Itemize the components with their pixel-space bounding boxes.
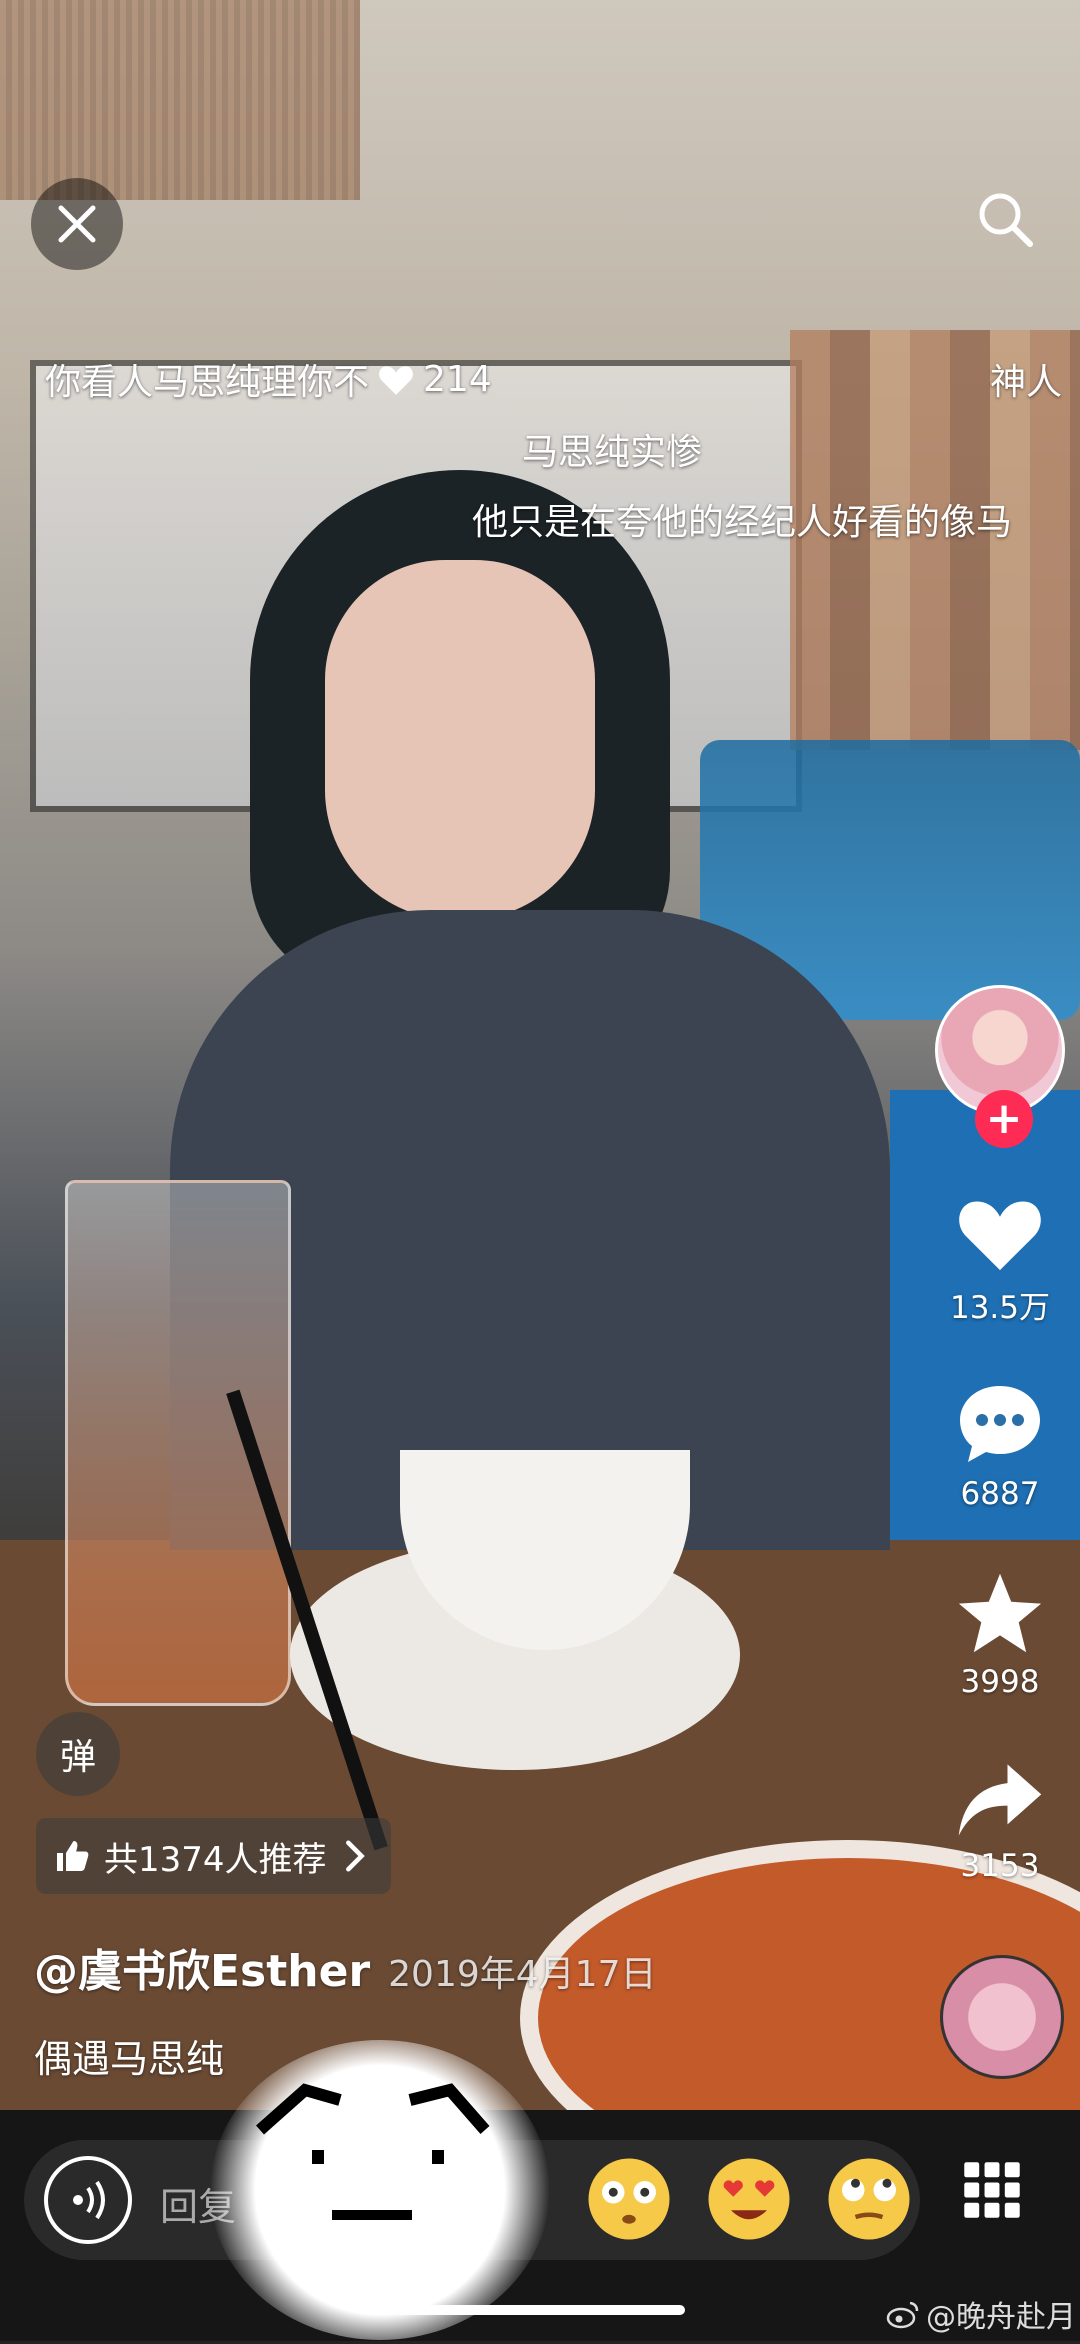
post-date: 2019年4月17日 bbox=[388, 1954, 657, 1995]
author-avatar-button[interactable]: + bbox=[935, 985, 1065, 1148]
comment-button[interactable]: 6887 bbox=[935, 1380, 1065, 1512]
ceiling-panel bbox=[0, 0, 360, 200]
star-icon bbox=[958, 1573, 1042, 1653]
music-disc[interactable] bbox=[940, 1955, 1064, 2079]
face bbox=[325, 560, 595, 920]
rolling-eyes-emoji-icon[interactable] bbox=[824, 2154, 914, 2244]
home-indicator bbox=[395, 2305, 685, 2315]
weibo-icon bbox=[886, 2301, 919, 2329]
close-button[interactable] bbox=[31, 178, 123, 270]
share-button[interactable]: 3153 bbox=[935, 1760, 1065, 1884]
danmaku-text: 马思纯实惨 bbox=[522, 432, 703, 473]
video-caption: 偶遇马思纯 bbox=[34, 2037, 225, 2081]
pixel-face-icon bbox=[256, 2083, 490, 2220]
video-frame[interactable] bbox=[0, 0, 1080, 2110]
voice-icon bbox=[73, 2180, 105, 2220]
comment-count: 6887 bbox=[960, 1476, 1040, 1512]
watermark-text: @晚舟赴月 bbox=[926, 2300, 1076, 2335]
voice-button[interactable] bbox=[44, 2156, 132, 2244]
author-line[interactable]: @虞书欣Esther 2019年4月17日 bbox=[34, 1935, 657, 1999]
share-count: 3153 bbox=[960, 1848, 1040, 1884]
like-count: 13.5万 bbox=[949, 1290, 1051, 1326]
favorite-count: 3998 bbox=[960, 1664, 1040, 1700]
danmaku-item[interactable]: 神人 bbox=[990, 353, 1062, 405]
danmaku-text: 你看人马思纯理你不 bbox=[45, 362, 370, 403]
watermark: @晚舟赴月 bbox=[886, 2292, 1076, 2336]
comment-icon bbox=[960, 1386, 1040, 1462]
share-icon bbox=[958, 1764, 1042, 1836]
recommend-chip[interactable]: 共1374人推荐 bbox=[36, 1818, 391, 1894]
search-button[interactable] bbox=[970, 184, 1040, 254]
search-icon bbox=[979, 193, 1033, 247]
plus-icon: + bbox=[985, 1093, 1023, 1144]
danmaku-text: 神人 bbox=[990, 362, 1063, 403]
danmu-toggle-button[interactable]: 弹 bbox=[36, 1712, 120, 1796]
favorite-button[interactable]: 3998 bbox=[935, 1570, 1065, 1700]
danmu-toggle-label: 弹 bbox=[59, 1737, 96, 1778]
danmaku-item[interactable]: 他只是在夸他的经纪人好看的像马 bbox=[472, 493, 1012, 545]
close-icon bbox=[58, 205, 96, 243]
heart-icon bbox=[959, 1201, 1041, 1271]
more-grid-button[interactable] bbox=[960, 2158, 1044, 2242]
danmaku-text: 他只是在夸他的经纪人好看的像马 bbox=[472, 502, 1013, 543]
flushed-emoji-icon[interactable] bbox=[584, 2154, 674, 2244]
chevron-right-icon bbox=[345, 1840, 365, 1872]
follow-button[interactable]: + bbox=[975, 1090, 1033, 1148]
recommend-label: 共1374人推荐 bbox=[104, 1839, 327, 1880]
heart-icon bbox=[379, 366, 413, 395]
heart-eyes-emoji-icon[interactable] bbox=[704, 2154, 794, 2244]
grid-icon bbox=[964, 2162, 1020, 2218]
danmaku-likes: 214 bbox=[423, 358, 492, 400]
like-button[interactable]: 13.5万 bbox=[935, 1190, 1065, 1327]
face-sticker-overlay bbox=[210, 2040, 550, 2340]
danmaku-item[interactable]: 马思纯实惨 bbox=[522, 423, 702, 475]
thumbs-up-icon bbox=[57, 1841, 89, 1871]
danmaku-item[interactable]: 你看人马思纯理你不 214 bbox=[45, 353, 492, 405]
author-name[interactable]: @虞书欣Esther bbox=[34, 1935, 370, 1999]
